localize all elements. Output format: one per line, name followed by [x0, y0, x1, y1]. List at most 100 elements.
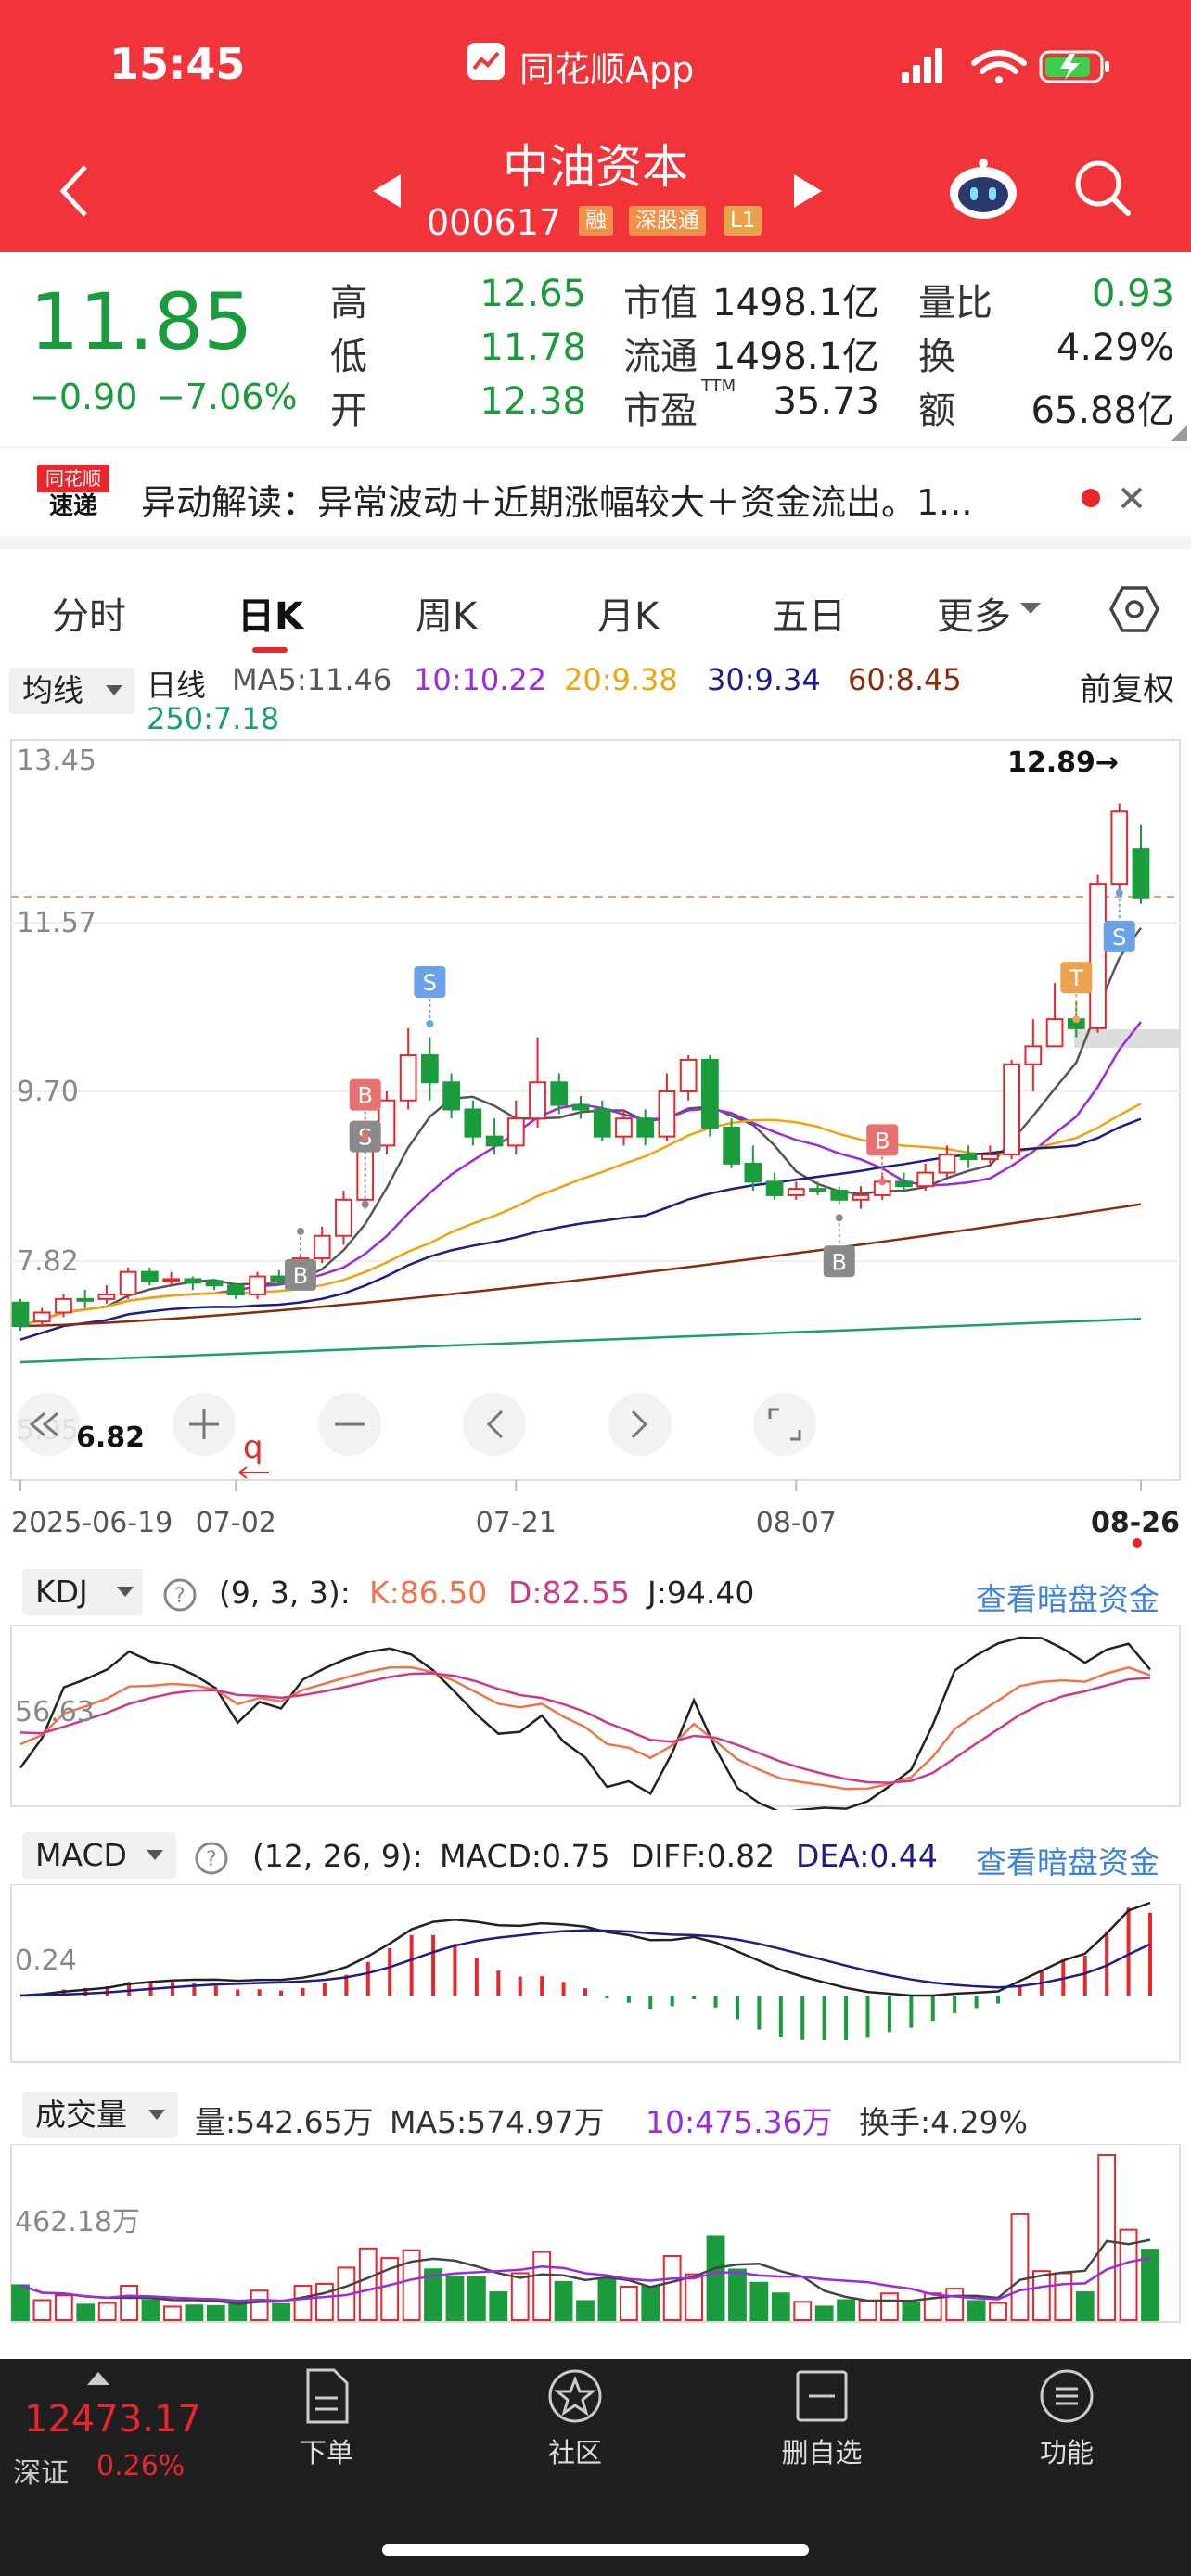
macd-dark-pool-link[interactable]: 查看暗盘资金	[976, 1838, 1159, 1882]
volume-bar	[554, 2280, 573, 2321]
kdj-d: D:82.55	[508, 1575, 631, 1611]
volume-bar	[54, 2294, 73, 2321]
zoom-out-all-icon[interactable]	[17, 1393, 80, 1456]
search-icon[interactable]	[1072, 158, 1133, 219]
volume-bar	[814, 2305, 834, 2321]
candle-body	[442, 1081, 460, 1111]
volume-bar	[358, 2247, 378, 2321]
marker-dot	[426, 1020, 434, 1027]
functions-button[interactable]: 功能	[992, 2366, 1141, 2470]
ma250-value: 250:7.18	[147, 701, 280, 736]
pe-value: 35.73	[773, 380, 879, 423]
remove-watchlist-label: 删自选	[781, 2437, 863, 2468]
volume-panel: 成交量 量:542.65万 MA5:574.97万 10:475.36万 换手:…	[0, 2092, 1191, 2324]
stock-code: 000617	[427, 202, 562, 243]
news-banner[interactable]: 同花顺 速递 异动解读：异常波动＋近期涨幅较大＋资金流出。1...	[0, 447, 1191, 549]
tab-intraday[interactable]: 分时	[52, 586, 126, 640]
volume-bar	[662, 2254, 682, 2321]
macd-value: MACD:0.75	[440, 1838, 610, 1874]
turnover-label: 换	[918, 336, 955, 378]
volume-turnover: 换手:4.29%	[859, 2104, 1028, 2140]
price-change: −0.90	[30, 376, 138, 417]
index-value[interactable]: 12473.17	[24, 2398, 201, 2441]
float-value: 1498.1亿	[712, 336, 879, 378]
ma-selector[interactable]: 均线	[9, 668, 135, 714]
volume-ma10: 10:475.36万	[646, 2104, 833, 2140]
latest-date-dot	[1133, 1538, 1142, 1548]
candle-body	[97, 1294, 116, 1300]
low-value: 11.78	[480, 326, 586, 369]
expand-corner-icon[interactable]	[1171, 425, 1187, 441]
ma-period: 日线	[147, 668, 207, 703]
remove-watchlist-button[interactable]: 删自选	[748, 2366, 896, 2470]
tab-weekly[interactable]: 周K	[416, 586, 477, 640]
close-icon[interactable]	[1119, 485, 1145, 511]
candle-body	[787, 1188, 805, 1196]
ma5-value: MA5:11.46	[232, 662, 392, 697]
order-button[interactable]: 下单	[252, 2366, 401, 2470]
mcap-label: 市值	[623, 282, 698, 325]
volume-bar	[315, 2282, 334, 2321]
next-stock-icon[interactable]	[790, 172, 826, 210]
candle-body	[916, 1171, 935, 1188]
adjust-mode[interactable]: 前复权	[1080, 664, 1174, 709]
volume-selector[interactable]: 成交量	[22, 2092, 178, 2138]
volume-ratio-label: 量比	[918, 282, 992, 325]
open-label: 开	[330, 389, 367, 432]
ma20-value: 20:9.38	[564, 662, 678, 697]
kdj-selector[interactable]: KDJ	[22, 1569, 143, 1615]
menu-circle-icon	[1040, 2369, 1094, 2423]
mcap-value: 1498.1亿	[712, 282, 879, 325]
volume-bar	[1031, 2270, 1051, 2321]
chevron-down-icon[interactable]	[1020, 601, 1041, 616]
home-indicator	[382, 2544, 809, 2556]
macd-title: MACD	[35, 1837, 127, 1873]
status-icons	[902, 48, 1109, 83]
amount-value: 65.88亿	[1031, 389, 1174, 432]
tab-daily[interactable]: 日K	[237, 586, 303, 640]
settings-hexagon-icon[interactable]	[1109, 584, 1159, 634]
volume-bar	[206, 2304, 225, 2321]
scroll-left-button[interactable]	[463, 1393, 526, 1456]
svg-text:?: ?	[206, 1848, 217, 1871]
kdj-j-line	[19, 1636, 1151, 1810]
kdj-lines	[19, 1636, 1151, 1810]
macd-chart: 0.24	[10, 1884, 1181, 2063]
candle-body	[658, 1090, 676, 1138]
tab-active-indicator	[252, 647, 288, 653]
community-button[interactable]: 社区	[501, 2366, 649, 2470]
help-icon[interactable]: ?	[161, 1576, 198, 1613]
candle-body	[679, 1058, 698, 1092]
tag-sz-connect: 深股通	[629, 206, 706, 236]
kdj-params: (9, 3, 3):	[219, 1575, 351, 1611]
kline-x-tick-label: 2025-06-19	[11, 1507, 173, 1539]
tab-monthly[interactable]: 月K	[597, 586, 659, 640]
macd-selector[interactable]: MACD	[22, 1832, 176, 1879]
candle-body	[571, 1103, 590, 1111]
volume-bar	[467, 2276, 486, 2322]
ma5-line	[19, 927, 1143, 1328]
kdj-panel: KDJ ? (9, 3, 3): K:86.50 D:82.55 J:94.40…	[0, 1569, 1191, 1810]
tab-five-day[interactable]: 五日	[772, 586, 846, 640]
bottom-bar: 12473.17 深证 0.26% 下单 社区 删自选 功能	[0, 2359, 1191, 2576]
volume-bar	[945, 2288, 965, 2322]
order-label: 下单	[299, 2437, 353, 2468]
volume-bar	[97, 2302, 117, 2321]
fullscreen-button[interactable]	[753, 1393, 816, 1456]
robot-assistant-icon[interactable]	[946, 156, 1020, 223]
news-logo-top: 同花顺	[37, 465, 109, 492]
kdj-dark-pool-link[interactable]: 查看暗盘资金	[976, 1575, 1159, 1619]
trade-marker-label: B	[357, 1083, 372, 1109]
scroll-right-button[interactable]	[608, 1393, 672, 1456]
status-time: 15:45	[109, 39, 246, 89]
volume-bar	[510, 2272, 530, 2321]
kline-x-tick-label: 07-02	[196, 1507, 276, 1539]
candle-body	[32, 1311, 51, 1323]
max-price-annotation: 12.89→	[1007, 746, 1119, 779]
marker-dot	[297, 1227, 304, 1235]
prev-stock-icon[interactable]	[369, 172, 404, 210]
kline-chart[interactable]: 13.4511.579.707.825.95 BSBSBBTS 12.89→ 6…	[0, 738, 1191, 1573]
tab-more[interactable]: 更多	[937, 586, 1011, 640]
back-icon[interactable]	[58, 163, 95, 219]
help-icon[interactable]: ?	[193, 1840, 230, 1877]
